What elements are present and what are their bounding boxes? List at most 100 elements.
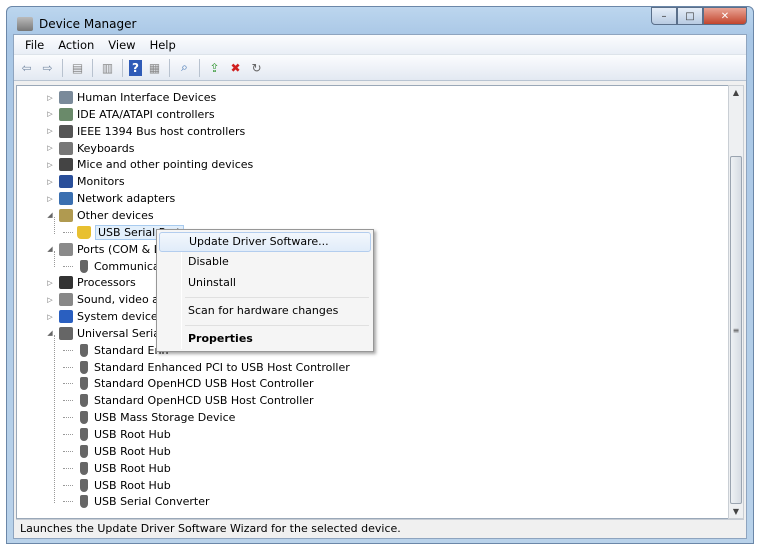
help-icon[interactable]: ? <box>129 59 142 76</box>
device-icon <box>59 175 73 189</box>
minimize-button[interactable]: – <box>651 7 677 25</box>
tree-item[interactable]: ▷ System devices <box>45 308 163 325</box>
tree-item[interactable]: ▷ Processors <box>45 274 136 291</box>
expander-icon[interactable]: ▷ <box>45 296 55 304</box>
tree-item[interactable]: USB Root Hub <box>63 460 171 477</box>
tree-item-label: Processors <box>77 276 136 290</box>
action-pane-icon[interactable]: ▦ <box>146 60 163 76</box>
vertical-scrollbar[interactable]: ▲ ≡ ▼ <box>728 85 744 519</box>
device-icon <box>59 208 73 222</box>
properties-icon[interactable]: ▥ <box>99 60 116 76</box>
device-icon <box>80 444 88 458</box>
tree-item-label: USB Root Hub <box>94 428 171 441</box>
expander-icon[interactable]: ▷ <box>45 144 55 152</box>
context-menu: Update Driver Software... Disable Uninst… <box>156 229 374 352</box>
tree-item[interactable]: Standard OpenHCD USB Host Controller <box>63 392 314 409</box>
menu-file[interactable]: File <box>18 38 51 52</box>
device-icon <box>80 377 88 391</box>
tree-item[interactable]: ▷ IDE ATA/ATAPI controllers <box>45 106 215 123</box>
tree-item[interactable]: USB Root Hub <box>63 477 171 494</box>
tree-item-label: Keyboards <box>77 141 135 155</box>
console-tree-icon[interactable]: ▤ <box>69 60 86 76</box>
expander-icon[interactable]: ▷ <box>45 195 55 203</box>
device-manager-icon <box>17 17 33 31</box>
device-icon <box>59 124 73 138</box>
tree-item[interactable]: ▷ Sound, video an <box>45 291 166 308</box>
tree-item[interactable]: Standard Enhanced PCI to USB Host Contro… <box>63 359 350 376</box>
tree-item-label: Sound, video an <box>77 293 166 307</box>
tree-item[interactable]: ▷ Monitors <box>45 173 125 190</box>
tree-item[interactable]: ▷ Human Interface Devices <box>45 89 216 106</box>
device-icon <box>59 107 73 121</box>
tree-item-label: Network adapters <box>77 192 176 206</box>
disable-icon[interactable]: ↻ <box>248 60 265 76</box>
menu-bar: File Action View Help <box>14 35 746 55</box>
forward-icon[interactable]: ⇨ <box>39 60 56 76</box>
update-driver-icon[interactable]: ⇪ <box>206 60 223 76</box>
tree-item-label: Mice and other pointing devices <box>77 158 254 172</box>
tree-item-label: Standard Enhanced PCI to USB Host Contro… <box>94 360 350 374</box>
menu-disable[interactable]: Disable <box>159 252 371 272</box>
device-icon <box>80 360 88 374</box>
device-icon <box>59 276 73 290</box>
window-title: Device Manager <box>39 17 137 31</box>
tree-item[interactable]: ◢ Ports (COM & LF <box>45 241 166 258</box>
scrollbar-thumb[interactable]: ≡ <box>730 156 742 504</box>
expander-icon[interactable]: ▷ <box>45 94 55 102</box>
device-icon <box>80 259 88 273</box>
expander-icon[interactable]: ▷ <box>45 110 55 118</box>
uninstall-icon[interactable]: ✖ <box>227 60 244 76</box>
scroll-down-icon[interactable]: ▼ <box>729 507 743 516</box>
device-icon <box>80 394 88 408</box>
toolbar: ⇦ ⇨ ▤ ▥ ? ▦ ⌕ ⇪ ✖ ↻ <box>14 55 746 81</box>
tree-item[interactable]: ▷ Mice and other pointing devices <box>45 156 253 173</box>
device-icon <box>59 293 73 307</box>
tree-item-label: System devices <box>77 310 164 324</box>
expander-icon[interactable]: ▷ <box>45 279 55 287</box>
device-icon <box>59 141 73 155</box>
tree-item[interactable]: ▷ Keyboards <box>45 140 134 157</box>
device-icon <box>59 326 73 340</box>
tree-item-label: Monitors <box>77 175 125 189</box>
tree-item[interactable]: Standard Enh <box>63 342 168 359</box>
maximize-button[interactable]: □ <box>677 7 703 25</box>
expander-icon[interactable]: ▷ <box>45 127 55 135</box>
tree-item[interactable]: ◢ Other devices <box>45 207 154 224</box>
title-bar: Device Manager <box>17 13 136 35</box>
tree-item-label: USB Root Hub <box>94 478 171 492</box>
menu-action[interactable]: Action <box>51 38 101 52</box>
tree-item[interactable]: ▷ IEEE 1394 Bus host controllers <box>45 123 245 140</box>
tree-item[interactable]: USB Mass Storage Device <box>63 409 235 426</box>
tree-item[interactable]: Communicat <box>63 258 164 275</box>
tree-item-label: USB Serial Converter <box>94 495 210 509</box>
menu-properties[interactable]: Properties <box>159 329 371 349</box>
scroll-up-icon[interactable]: ▲ <box>729 88 743 97</box>
scan-hardware-icon[interactable]: ⌕ <box>176 60 193 76</box>
device-icon <box>80 411 88 425</box>
tree-item-label: IDE ATA/ATAPI controllers <box>77 107 215 121</box>
menu-help[interactable]: Help <box>143 38 183 52</box>
device-icon <box>59 192 73 206</box>
device-icon <box>80 495 88 509</box>
tree-item-label: USB Root Hub <box>94 444 171 458</box>
expander-icon[interactable]: ▷ <box>45 161 55 169</box>
tree-item[interactable]: Standard OpenHCD USB Host Controller <box>63 375 314 392</box>
device-icon <box>80 461 88 475</box>
menu-view[interactable]: View <box>101 38 142 52</box>
expander-icon[interactable]: ▷ <box>45 313 55 321</box>
tree-item[interactable]: ◢ Universal Serial B <box>45 325 174 342</box>
expander-icon[interactable]: ▷ <box>45 178 55 186</box>
tree-item[interactable]: USB Root Hub <box>63 443 171 460</box>
device-icon <box>59 242 73 256</box>
tree-item-label: Human Interface Devices <box>77 91 217 104</box>
tree-item[interactable]: USB Serial Converter <box>63 493 209 510</box>
tree-item-label: IEEE 1394 Bus host controllers <box>77 124 246 138</box>
back-icon[interactable]: ⇦ <box>18 60 35 76</box>
menu-update-driver[interactable]: Update Driver Software... <box>159 232 371 252</box>
menu-uninstall[interactable]: Uninstall <box>159 273 371 293</box>
close-button[interactable]: ✕ <box>703 7 747 25</box>
tree-item[interactable]: USB Root Hub <box>63 426 171 443</box>
tree-item-label: Communicat <box>94 259 164 273</box>
menu-scan-hardware[interactable]: Scan for hardware changes <box>159 301 371 321</box>
tree-item[interactable]: ▷ Network adapters <box>45 190 175 207</box>
